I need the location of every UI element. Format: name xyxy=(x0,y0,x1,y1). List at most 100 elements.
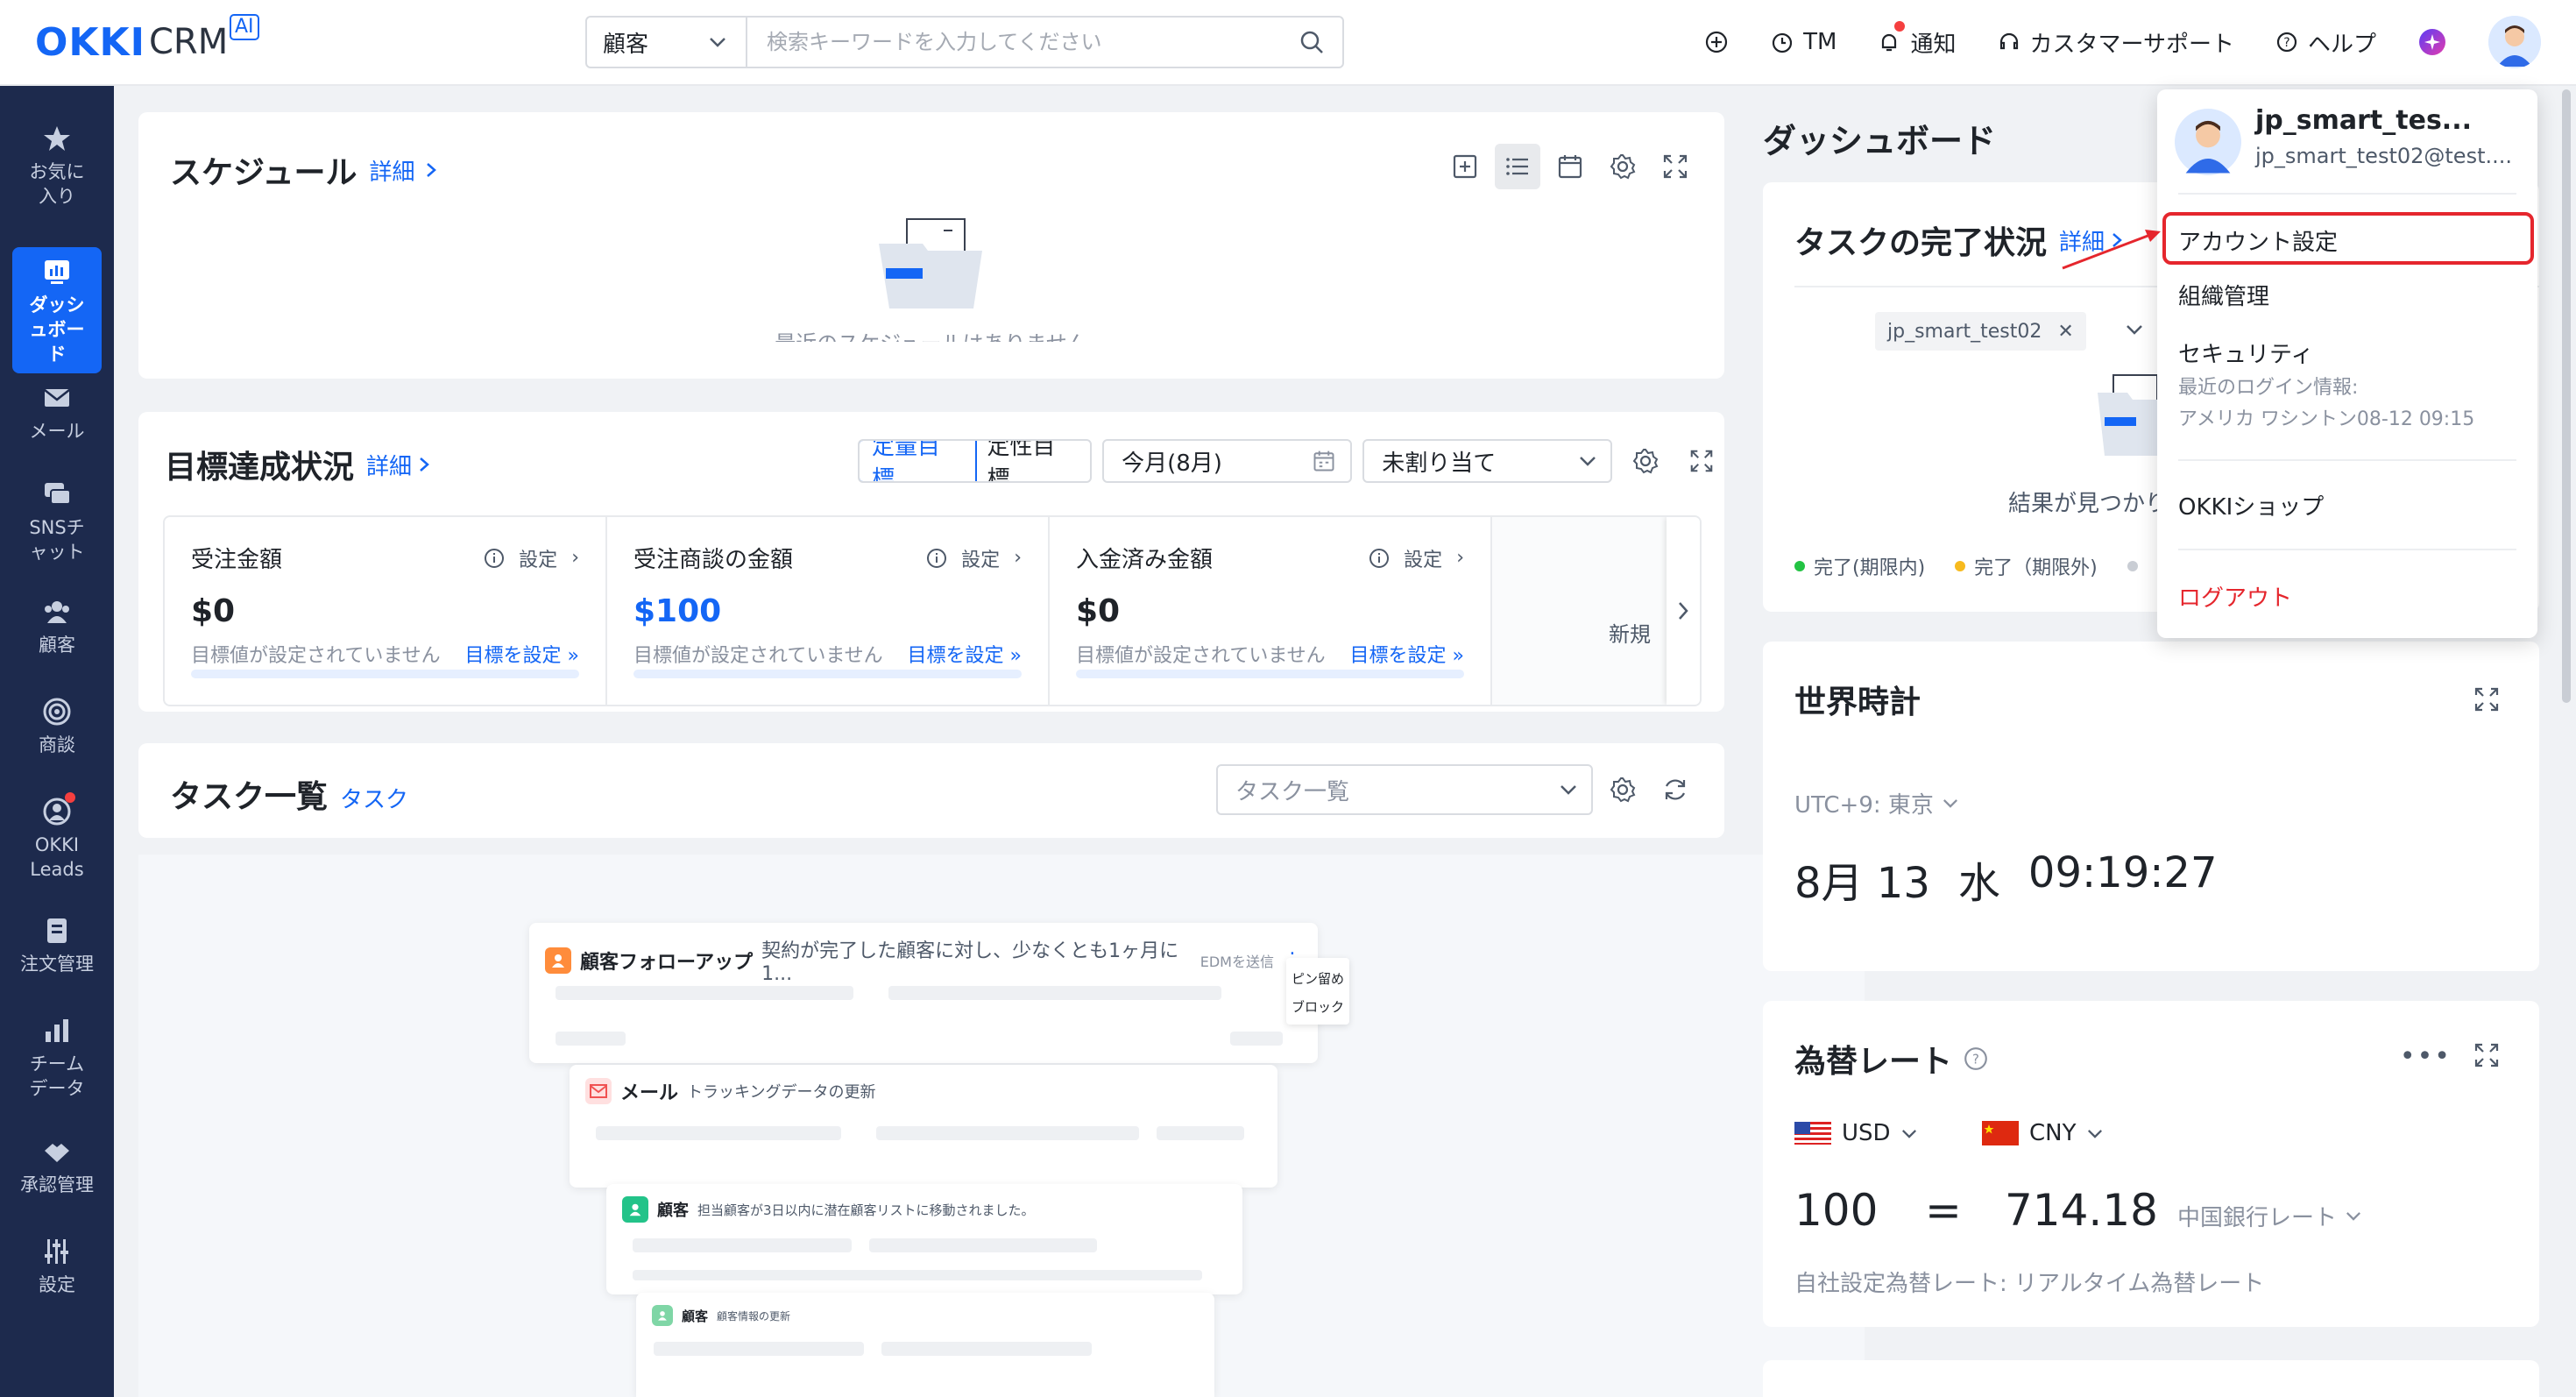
close-icon[interactable]: ✕ xyxy=(2057,321,2073,343)
goal-setting-link[interactable]: 設定 › xyxy=(926,542,1022,574)
sidebar-item-okki-leads[interactable]: OKKI Leads xyxy=(12,792,102,882)
goal-detail-link[interactable]: 詳細 xyxy=(366,449,412,481)
fx-result: 714.18 xyxy=(2005,1185,2158,1236)
user-avatar xyxy=(2175,109,2241,175)
leads-notification-dot xyxy=(65,792,75,803)
chevron-down-icon[interactable] xyxy=(2126,324,2143,335)
period-picker[interactable]: 今月(8月) xyxy=(1102,439,1353,483)
expand-icon xyxy=(1690,450,1713,472)
sidebar-item-sns-chat[interactable]: SNSチャット xyxy=(12,477,102,564)
goal-progress-bar xyxy=(1076,670,1464,678)
schedule-fullscreen-button[interactable] xyxy=(1652,144,1698,189)
sidebar-item-team-data[interactable]: チームデータ xyxy=(12,1013,102,1101)
page-scrollbar[interactable] xyxy=(2562,89,2571,1395)
fx-note: 自社設定為替レート: リアルタイム為替レート xyxy=(1794,1271,2265,1297)
schedule-settings-button[interactable] xyxy=(1600,144,1645,189)
assignee-filter-tag[interactable]: jp_smart_test02 ✕ xyxy=(1875,312,2086,351)
world-clock-card: 世界時計 UTC+9: 東京 8月 13 水 09:19:27 xyxy=(1763,642,2539,971)
last-login-value: アメリカ ワシントン08-12 09:15 xyxy=(2178,408,2475,430)
ai-assistant-button[interactable] xyxy=(2417,26,2448,58)
goal-settings-button[interactable] xyxy=(1623,438,1668,484)
scroll-right-button[interactable] xyxy=(1667,517,1700,705)
info-icon xyxy=(485,548,505,568)
sidebar-item-approval[interactable]: 承認管理 xyxy=(12,1134,102,1197)
sidebar-item-favorites[interactable]: お気に入り xyxy=(12,121,102,209)
plus-square-icon xyxy=(1453,154,1477,179)
support-button[interactable]: カスタマーサポート xyxy=(1997,26,2234,59)
account-name: jp_smart_tes... xyxy=(2255,105,2472,136)
gear-icon xyxy=(1610,154,1636,180)
fx-source-select[interactable]: 中国銀行レート xyxy=(2177,1200,2361,1232)
scrollbar-thumb[interactable] xyxy=(2562,89,2571,703)
sidebar-item-settings[interactable]: 設定 xyxy=(12,1234,102,1297)
sidebar-item-mail[interactable]: メール xyxy=(12,380,102,443)
user-avatar[interactable] xyxy=(2488,16,2541,68)
set-goal-link[interactable]: 目標を設定 » xyxy=(1350,640,1464,668)
more-icon[interactable]: ••• xyxy=(2400,1041,2452,1072)
notification-dot xyxy=(1894,20,1906,32)
schedule-detail-link[interactable]: 詳細 xyxy=(369,154,414,187)
us-flag-icon xyxy=(1794,1122,1831,1145)
qualitative-goal-tab[interactable]: 定性目標 xyxy=(975,441,1091,481)
org-management-menu-item[interactable]: 組織管理 xyxy=(2178,279,2269,311)
user-icon xyxy=(652,1305,673,1326)
add-button[interactable] xyxy=(1703,29,1730,55)
search-input[interactable] xyxy=(747,18,1281,67)
chevron-down-icon xyxy=(1580,457,1596,466)
gear-icon xyxy=(1632,449,1659,474)
goal-setting-link[interactable]: 設定 › xyxy=(484,542,579,574)
goal-item: 受注商談の金額 設定 › $100 目標値が設定されていません 目標を設定 » xyxy=(607,517,1050,705)
legend-overdue: 完了（期限外) xyxy=(1955,552,2098,580)
set-goal-link[interactable]: 目標を設定 » xyxy=(908,640,1022,668)
chevron-down-icon xyxy=(1943,799,1957,808)
security-menu-item[interactable]: セキュリティ xyxy=(2178,337,2313,369)
sidebar-item-dashboard[interactable]: ダッシュボード xyxy=(12,247,102,373)
goal-fullscreen-button[interactable] xyxy=(1679,438,1724,484)
clock-date: 8月 13 xyxy=(1794,859,1930,908)
task-list-title: タスク一覧 xyxy=(170,779,329,815)
task-settings-button[interactable] xyxy=(1600,767,1645,812)
goal-title: 目標達成状況 xyxy=(165,450,355,486)
world-clock-fullscreen-button[interactable] xyxy=(2464,677,2509,722)
task-refresh-button[interactable] xyxy=(1652,767,1698,812)
fx-fullscreen-button[interactable] xyxy=(2464,1032,2509,1078)
pin-menu-item[interactable]: ピン留め xyxy=(1292,965,1344,993)
quantitative-goal-tab[interactable]: 定量目標 xyxy=(860,441,977,481)
assignee-select[interactable]: 未割り当て xyxy=(1362,439,1613,483)
chevron-down-icon xyxy=(1901,1129,1916,1138)
fx-amount: 100 xyxy=(1794,1185,1879,1236)
timezone-select[interactable]: UTC+9: 東京 xyxy=(1794,787,1958,819)
task-view-select[interactable]: タスク一覧 xyxy=(1216,764,1593,815)
question-circle-icon[interactable]: ? xyxy=(1963,1046,1989,1072)
add-schedule-button[interactable] xyxy=(1442,144,1488,189)
fx-from-select[interactable]: USD xyxy=(1794,1120,1917,1146)
legend-other xyxy=(2127,552,2138,580)
account-settings-menu-item[interactable]: アカウント設定 xyxy=(2162,212,2534,265)
goal-setting-link[interactable]: 設定 › xyxy=(1369,542,1464,574)
help-button[interactable]: ? ヘルプ xyxy=(2275,26,2376,59)
chevron-down-icon xyxy=(2346,1212,2360,1221)
task-link[interactable]: タスク xyxy=(340,782,408,814)
list-view-button[interactable] xyxy=(1495,144,1540,189)
tm-button[interactable]: TM xyxy=(1770,29,1836,55)
block-menu-item[interactable]: ブロック xyxy=(1292,993,1344,1021)
notification-button[interactable]: 通知 xyxy=(1877,20,1957,59)
okki-shop-menu-item[interactable]: OKKIショップ xyxy=(2178,489,2324,521)
fx-to-select[interactable]: CNY xyxy=(1982,1120,2103,1146)
goal-item: 受注金額 設定 › $0 目標値が設定されていません 目標を設定 » xyxy=(165,517,607,705)
set-goal-link[interactable]: 目標を設定 » xyxy=(465,640,579,668)
sidebar-item-deals[interactable]: 商談 xyxy=(12,694,102,757)
sidebar-item-orders[interactable]: 注文管理 xyxy=(12,913,102,976)
chevron-down-icon xyxy=(2087,1129,2102,1138)
dashboard-icon xyxy=(39,254,74,289)
sidebar-item-customers[interactable]: 顧客 xyxy=(12,594,102,657)
search-icon[interactable] xyxy=(1281,29,1342,55)
task-empty-illustration: 顧客フォローアップ 契約が完了した顧客に対し、少なくとも1ヶ月に1... EDM… xyxy=(138,855,1865,1397)
logout-menu-item[interactable]: ログアウト xyxy=(2178,580,2292,613)
okki-crm-logo[interactable]: OKKI CRM AI xyxy=(35,14,259,68)
schedule-empty-text: 最近のスケジュールはありません xyxy=(775,326,1088,342)
search-scope-select[interactable]: 顧客 xyxy=(587,18,747,67)
new-goal-area[interactable]: 新規 xyxy=(1492,517,1700,705)
calendar-view-button[interactable] xyxy=(1547,144,1593,189)
empty-folder-icon xyxy=(879,218,982,308)
